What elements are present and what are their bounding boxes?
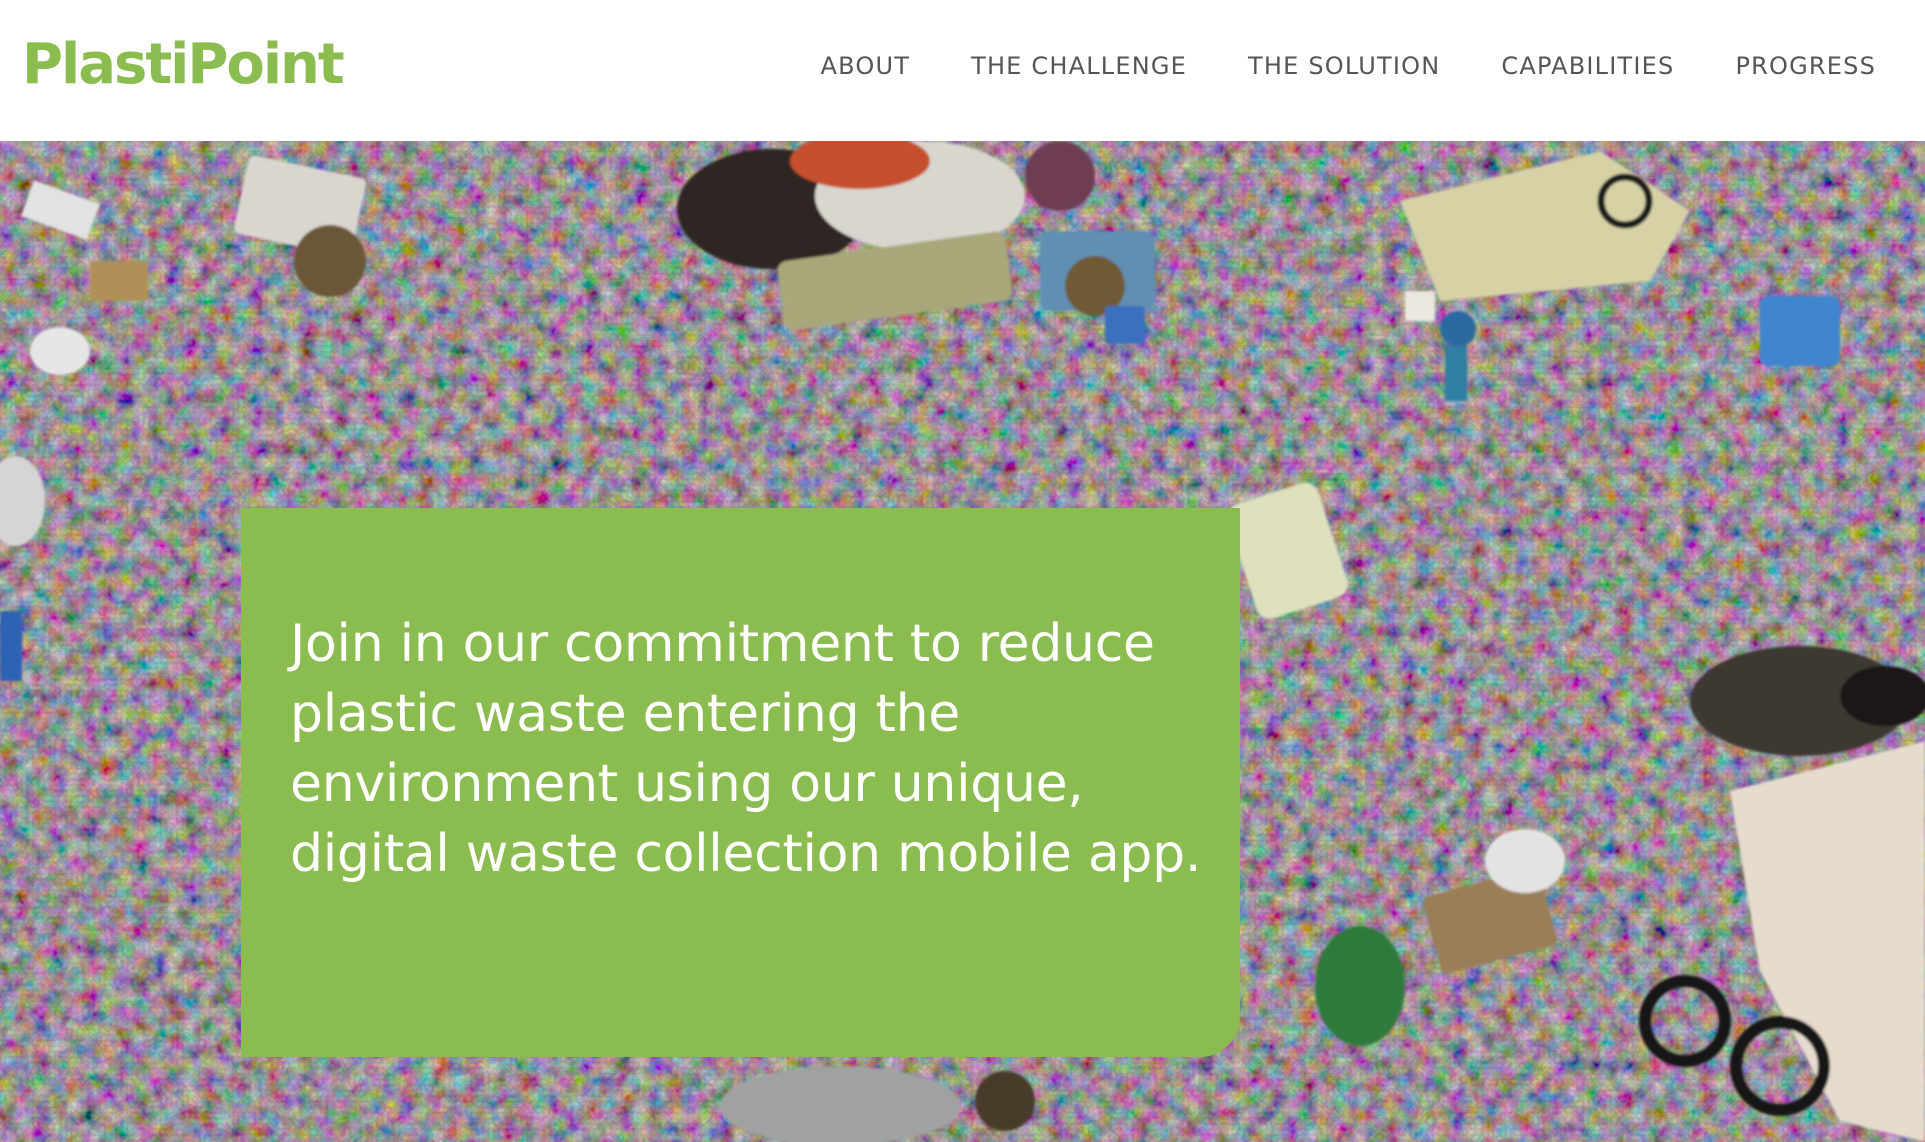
nav-about[interactable]: ABOUT [821,44,911,88]
mission-tagline: Join in our commitment to reduce plastic… [290,614,1202,884]
site-header: PlastiPoint ABOUT THE CHALLENGE THE SOLU… [0,0,1925,141]
hero-section: Join in our commitment to reduce plastic… [0,141,1925,1142]
plastipoint-logo[interactable]: PlastiPoint [22,30,345,100]
main-nav: ABOUT THE CHALLENGE THE SOLUTION CAPABIL… [821,44,1877,88]
nav-the-challenge[interactable]: THE CHALLENGE [971,44,1187,88]
nav-the-solution[interactable]: THE SOLUTION [1248,44,1440,88]
nav-progress[interactable]: PROGRESS [1735,44,1876,88]
mission-callout: Join in our commitment to reduce plastic… [241,508,1240,1057]
nav-capabilities[interactable]: CAPABILITIES [1501,44,1674,88]
